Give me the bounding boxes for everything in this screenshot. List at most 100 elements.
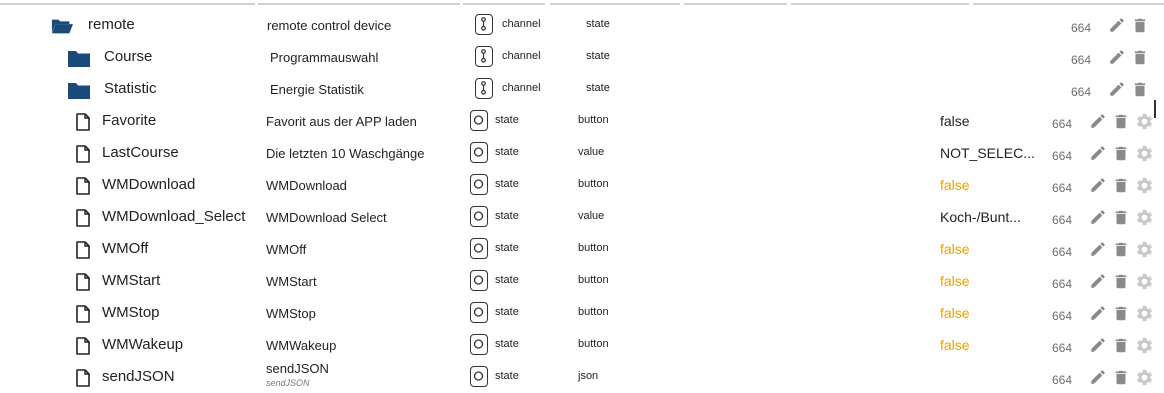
row-acl: 664 [1052,117,1073,131]
tree-row[interactable]: remote remote control device channel state 6… [0,9,1164,41]
delete-icon[interactable] [1110,110,1132,132]
edit-icon[interactable] [1087,302,1109,324]
state-type-icon [470,110,488,131]
tree-row[interactable]: Favorite Favorit aus der APP laden state bu… [0,105,1164,137]
row-role: value [578,210,605,222]
row-value[interactable]: false [940,305,970,321]
row-value[interactable]: false [940,241,970,257]
edit-icon[interactable] [1087,334,1109,356]
row-value[interactable]: false [940,337,970,353]
edit-icon[interactable] [1106,46,1128,68]
row-type: state [495,370,519,382]
row-value[interactable]: false [940,273,970,289]
row-description: Die letzten 10 Waschgänge [266,146,425,161]
tree-row[interactable]: WMDownload WMDownload state button false 664 [0,169,1164,201]
row-name[interactable]: WMDownload [102,176,195,193]
edit-icon[interactable] [1087,142,1109,164]
row-role: state [586,18,610,30]
delete-icon[interactable] [1129,78,1151,100]
row-description-text: sendJSON [266,361,329,376]
gear-icon[interactable] [1133,142,1155,164]
gear-icon[interactable] [1133,174,1155,196]
row-name[interactable]: Course [104,48,152,65]
edit-icon[interactable] [1087,238,1109,260]
row-description: WMDownload [266,178,347,193]
tree-row[interactable]: WMStop WMStop state button false 664 [0,297,1164,329]
row-name[interactable]: WMDownload_Select [102,208,245,225]
state-type-icon [470,366,488,387]
row-value[interactable]: false [940,177,970,193]
delete-icon[interactable] [1129,46,1151,68]
row-value[interactable]: false [940,113,970,129]
row-acl: 664 [1071,53,1092,67]
row-acl: 664 [1071,21,1092,35]
row-role: button [578,338,609,350]
delete-icon[interactable] [1110,366,1132,388]
delete-icon[interactable] [1110,238,1132,260]
row-type: state [495,274,519,286]
row-role: button [578,242,609,254]
delete-icon[interactable] [1110,302,1132,324]
row-name[interactable]: WMOff [102,240,148,257]
row-value[interactable]: Koch-/Bunt... [940,209,1021,225]
row-name[interactable]: WMWakeup [102,336,183,353]
row-type: state [495,306,519,318]
delete-icon[interactable] [1110,270,1132,292]
delete-icon[interactable] [1110,142,1132,164]
delete-icon[interactable] [1110,174,1132,196]
scrollbar[interactable] [1154,100,1156,118]
state-type-icon [470,206,488,227]
edit-icon[interactable] [1087,270,1109,292]
delete-icon[interactable] [1110,206,1132,228]
row-acl: 664 [1052,341,1073,355]
column-header-dividers [0,3,1164,6]
row-name[interactable]: LastCourse [102,144,179,161]
row-name[interactable]: WMStart [102,272,160,289]
state-type-icon [470,174,488,195]
row-acl: 664 [1071,85,1092,99]
tree-row[interactable]: WMWakeup WMWakeup state button false 664 [0,329,1164,361]
row-name[interactable]: sendJSON [102,368,175,385]
edit-icon[interactable] [1087,206,1109,228]
gear-icon[interactable] [1133,302,1155,324]
tree-row[interactable]: Course Programmauswahl channel state 664 [0,41,1164,73]
edit-icon[interactable] [1106,14,1128,36]
tree-row[interactable]: LastCourse Die letzten 10 Waschgänge state… [0,137,1164,169]
tree-row[interactable]: WMStart WMStart state button false 664 [0,265,1164,297]
row-name[interactable]: Favorite [102,112,156,129]
row-description: WMStart [266,274,317,289]
edit-icon[interactable] [1087,174,1109,196]
gear-icon[interactable] [1133,110,1155,132]
row-type: state [495,114,519,126]
tree-row[interactable]: WMOff WMOff state button false 664 [0,233,1164,265]
gear-icon[interactable] [1133,206,1155,228]
row-value[interactable]: NOT_SELEC... [940,145,1035,161]
edit-icon[interactable] [1087,110,1109,132]
gear-icon[interactable] [1133,334,1155,356]
tree-row[interactable]: sendJSON sendJSON sendJSON state json 664 [0,361,1164,393]
row-acl: 664 [1052,277,1073,291]
row-role: json [578,370,599,382]
state-type-icon [470,142,488,163]
file-icon [72,304,94,324]
row-description: remote control device [267,18,392,33]
edit-icon[interactable] [1087,366,1109,388]
gear-icon[interactable] [1133,270,1155,292]
delete-icon[interactable] [1110,334,1132,356]
file-icon [72,208,94,228]
row-acl: 664 [1052,245,1073,259]
delete-icon[interactable] [1129,14,1151,36]
channel-type-icon [475,46,493,67]
gear-icon[interactable] [1133,366,1155,388]
row-name[interactable]: WMStop [102,304,160,321]
row-description: Energie Statistik [270,82,364,97]
row-acl: 664 [1052,149,1073,163]
tree-row[interactable]: Statistic Energie Statistik channel state 66… [0,73,1164,105]
row-name[interactable]: Statistic [104,80,157,97]
row-name[interactable]: remote [88,16,135,33]
file-icon [72,144,94,164]
state-type-icon [470,270,488,291]
tree-row[interactable]: WMDownload_Select WMDownload Select state v… [0,201,1164,233]
gear-icon[interactable] [1133,238,1155,260]
edit-icon[interactable] [1106,78,1128,100]
